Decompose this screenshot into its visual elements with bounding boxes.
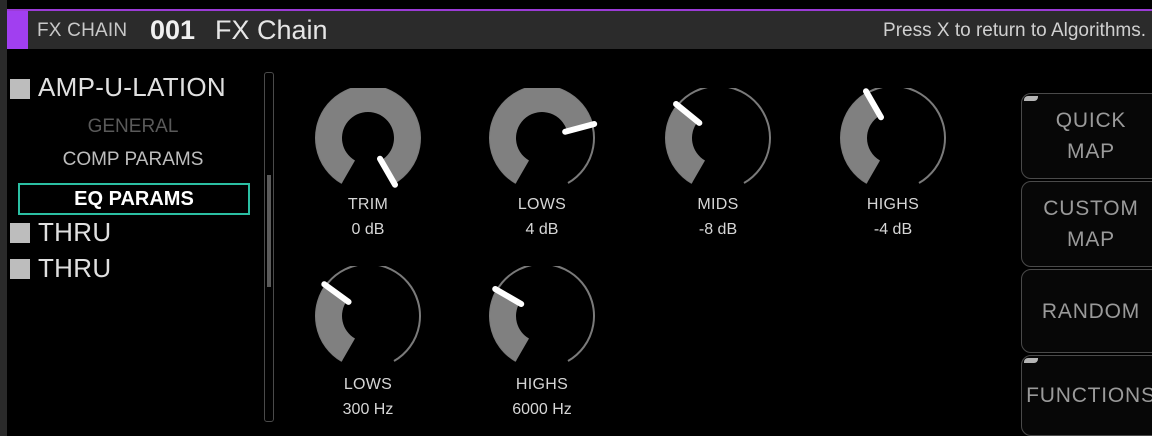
fx-chain-screen: FX CHAIN 001 FX Chain Press X to return … [0,0,1152,436]
knob-highs-freq-value: 6000 Hz [512,401,572,418]
knob-highs-freq[interactable]: HIGHS 6000 Hz [482,266,602,426]
knob-highs-freq-label: HIGHS [515,376,569,393]
header-accent [7,11,28,49]
nav-scroll-thumb[interactable] [267,175,271,287]
knob-highs-value: -4 dB [873,221,913,238]
knob-trim-label: TRIM [347,196,389,213]
nav-page-eq[interactable]: EQ PARAMS [18,183,250,215]
knob-fill [490,88,593,184]
knob-highs-dial[interactable] [833,88,953,198]
nav-page-general[interactable]: GENERAL [18,116,248,138]
left-edge [0,0,7,436]
knob-highs-label: HIGHS [866,196,920,213]
functions-button[interactable]: FUNCTIONS [1021,355,1152,436]
header-number: 001 [150,15,196,45]
effect-2-square-icon [10,223,30,243]
knob-trim-value: 0 dB [351,221,385,238]
quick-map-corner-marker [1024,96,1038,101]
knob-trim-dial[interactable] [308,88,428,198]
nav-page-comp[interactable]: COMP PARAMS [18,149,248,171]
custom-map-label: CUSTOM MAP [1043,197,1139,251]
random-label: RANDOM [1041,299,1141,323]
nav-effect-3[interactable]: THRU [38,253,111,284]
knob-fill [316,88,420,184]
knob-lows-label: LOWS [517,196,567,213]
knob-fill [666,105,705,184]
knob-lows-freq-dial[interactable] [308,266,428,376]
knob-lows[interactable]: LOWS 4 dB [482,88,602,248]
header-name: FX Chain [215,15,328,45]
quick-map-button[interactable]: QUICK MAP [1021,93,1152,179]
knob-lows-value: 4 dB [525,221,559,238]
knob-fill [316,285,355,362]
knob-mids[interactable]: MIDS -8 dB [658,88,778,248]
knob-lows-freq[interactable]: LOWS 300 Hz [308,266,428,426]
random-button[interactable]: RANDOM [1021,269,1152,353]
knob-mids-label: MIDS [697,196,739,213]
knob-lows-dial[interactable] [482,88,602,198]
knob-lows-freq-value: 300 Hz [342,401,394,418]
custom-map-button[interactable]: CUSTOM MAP [1021,181,1152,267]
quick-map-label: QUICK MAP [1055,109,1127,163]
nav-scrollbar[interactable] [264,72,274,422]
functions-corner-marker [1024,358,1038,363]
header-hint: Press X to return to Algorithms. [883,20,1146,41]
header-kind: FX CHAIN [37,20,128,41]
knob-highs[interactable]: HIGHS -4 dB [833,88,953,248]
nav-effect-2[interactable]: THRU [38,217,111,248]
knob-highs-freq-dial[interactable] [482,266,602,376]
knob-mids-value: -8 dB [698,221,738,238]
knob-lows-freq-label: LOWS [343,376,393,393]
header-bar: FX CHAIN 001 FX Chain Press X to return … [7,9,1152,49]
effect-3-square-icon [10,259,30,279]
knob-mids-dial[interactable] [658,88,778,198]
nav-effect-1[interactable]: AMP-U-LATION [38,72,226,103]
effect-1-square-icon [10,79,30,99]
knob-trim[interactable]: TRIM 0 dB [308,88,428,248]
functions-label: FUNCTIONS [1026,384,1152,407]
